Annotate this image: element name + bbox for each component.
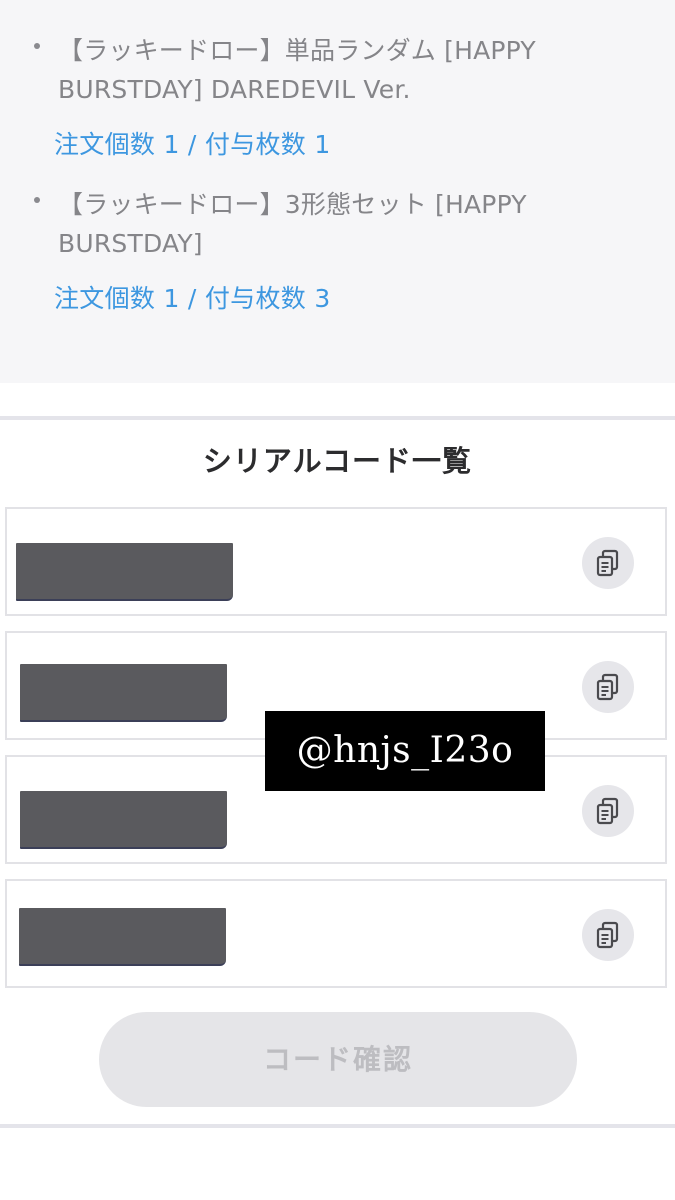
page: 【ラッキードロー】単品ランダム [HAPPY BURSTDAY] DAREDEV…: [0, 0, 675, 1200]
order-item-name-line: 【ラッキードロー】3形態セット [HAPPY: [58, 190, 527, 219]
bullet-icon: [34, 43, 40, 49]
code-confirm-button[interactable]: コード確認: [99, 1012, 577, 1107]
order-item-name: 【ラッキードロー】3形態セット [HAPPY BURSTDAY]: [58, 185, 643, 263]
serial-code-list-title: シリアルコード一覧: [202, 444, 473, 478]
serial-code-redacted: [20, 664, 227, 722]
copy-icon: [596, 797, 619, 825]
serial-code-redacted: [16, 543, 233, 601]
copy-button[interactable]: [582, 661, 634, 713]
order-summary-panel: 【ラッキードロー】単品ランダム [HAPPY BURSTDAY] DAREDEV…: [0, 0, 675, 383]
order-item-quantity: 注文個数 1 / 付与枚数 1: [54, 130, 331, 159]
bullet-icon: [34, 197, 40, 203]
copy-icon: [596, 549, 619, 577]
order-item-quantity: 注文個数 1 / 付与枚数 3: [54, 284, 331, 313]
copy-button[interactable]: [582, 785, 634, 837]
copy-button[interactable]: [582, 537, 634, 589]
order-item-name-line: BURSTDAY]: [58, 229, 203, 258]
order-item-name: 【ラッキードロー】単品ランダム [HAPPY BURSTDAY] DAREDEV…: [58, 31, 643, 109]
watermark-label: @hnjs_I23o: [265, 711, 545, 791]
section-divider: [0, 1124, 675, 1128]
order-item-name-line: 【ラッキードロー】単品ランダム [HAPPY: [58, 36, 536, 65]
copy-icon: [596, 921, 619, 949]
copy-icon: [596, 673, 619, 701]
order-item-name-line: BURSTDAY] DAREDEVIL Ver.: [58, 75, 411, 104]
section-divider: [0, 416, 675, 420]
serial-code-redacted: [20, 791, 227, 849]
serial-code-row: [5, 879, 667, 988]
serial-code-redacted: [19, 908, 226, 966]
serial-code-row: [5, 507, 667, 616]
copy-button[interactable]: [582, 909, 634, 961]
